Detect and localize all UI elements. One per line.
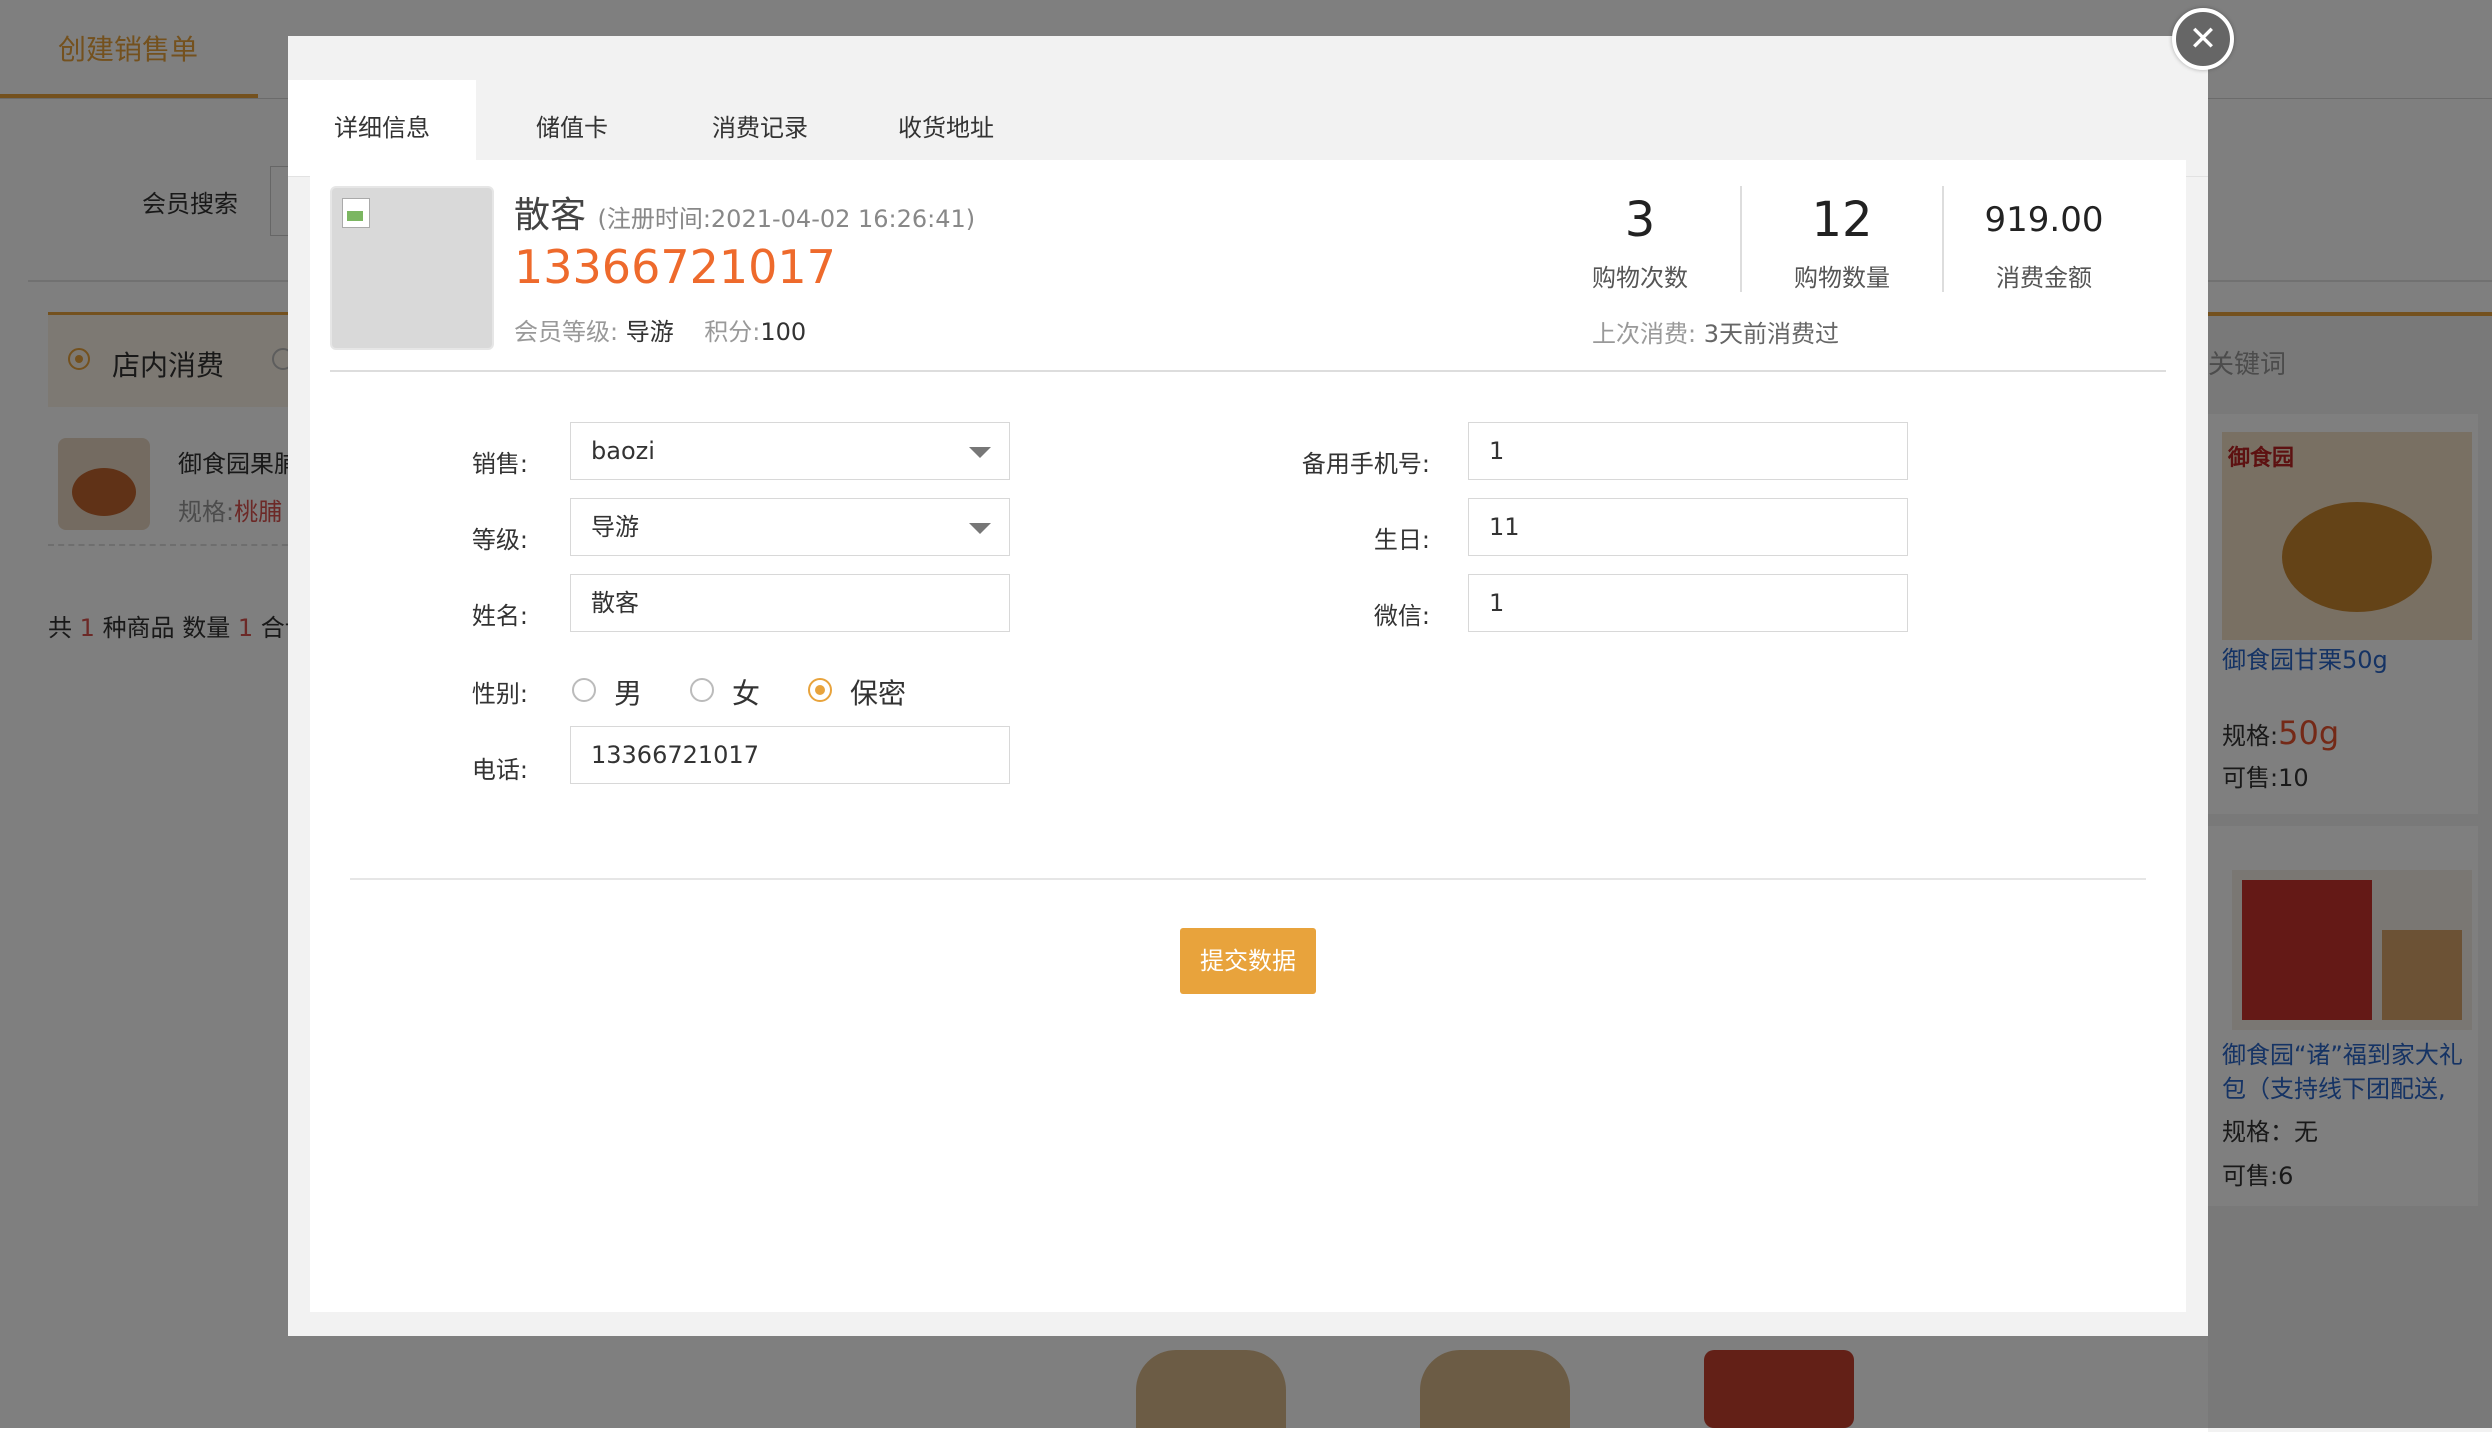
gender-option-label: 女 (732, 677, 761, 710)
stat-value: 3 (1624, 192, 1656, 248)
close-icon[interactable]: ✕ (2172, 8, 2234, 70)
member-name-line: 散客 (注册时间:2021-04-02 16:26:41) (514, 186, 975, 238)
sales-value: baozi (591, 437, 655, 465)
divider (350, 878, 2146, 880)
backup-phone-input[interactable]: 1 (1468, 422, 1908, 480)
chevron-down-icon (969, 447, 991, 458)
avatar (330, 186, 494, 350)
phone-label: 电话: (471, 756, 528, 784)
level-select[interactable]: 导游 (570, 498, 1010, 556)
last-purchase-label: 上次消费: (1592, 320, 1697, 348)
register-time: (注册时间:2021-04-02 16:26:41) (597, 205, 976, 233)
sales-label: 销售: (471, 450, 528, 478)
gender-radio-female[interactable] (690, 678, 714, 702)
member-phone: 13366721017 (514, 240, 836, 294)
gender-option-label: 男 (614, 677, 643, 710)
submit-button[interactable]: 提交数据 (1180, 928, 1316, 994)
birthday-label: 生日: (1373, 526, 1430, 554)
level-label: 会员等级: (514, 318, 619, 346)
sales-select[interactable]: baozi (570, 422, 1010, 480)
gender-label: 性别: (471, 680, 528, 708)
stat-purchase-count: 3 购物次数 (1540, 190, 1740, 293)
divider (330, 370, 2166, 372)
stat-total-spent: 919.00 消费金额 (1944, 190, 2144, 293)
gender-radio-male[interactable] (572, 678, 596, 702)
stat-purchase-quantity: 12 购物数量 (1742, 190, 1942, 293)
phone-input[interactable]: 13366721017 (570, 726, 1010, 784)
stat-label: 消费金额 (1996, 264, 2092, 292)
stat-label: 购物次数 (1592, 264, 1688, 292)
stat-value: 919.00 (1984, 200, 2104, 240)
member-name: 散客 (514, 195, 587, 236)
gender-radio-private[interactable] (808, 678, 832, 702)
gender-option-label: 保密 (850, 677, 907, 710)
stat-label: 购物数量 (1794, 264, 1890, 292)
chevron-down-icon (969, 523, 991, 534)
level-label: 等级: (471, 526, 528, 554)
last-purchase: 上次消费: 3天前消费过 (1592, 314, 1839, 349)
points-value: 100 (760, 318, 807, 346)
name-input[interactable]: 散客 (570, 574, 1010, 632)
level-value: 导游 (591, 513, 639, 541)
last-purchase-value: 3天前消费过 (1703, 320, 1840, 348)
birthday-input[interactable]: 11 (1468, 498, 1908, 556)
broken-image-icon (342, 198, 370, 228)
member-meta: 会员等级: 导游 积分:100 (514, 312, 806, 347)
stat-value: 12 (1811, 192, 1873, 248)
wechat-input[interactable]: 1 (1468, 574, 1908, 632)
wechat-label: 微信: (1373, 602, 1430, 630)
backup-phone-label: 备用手机号: (1301, 450, 1430, 478)
points-label: 积分: (704, 318, 761, 346)
name-label: 姓名: (471, 602, 528, 630)
level-value: 导游 (625, 318, 674, 346)
